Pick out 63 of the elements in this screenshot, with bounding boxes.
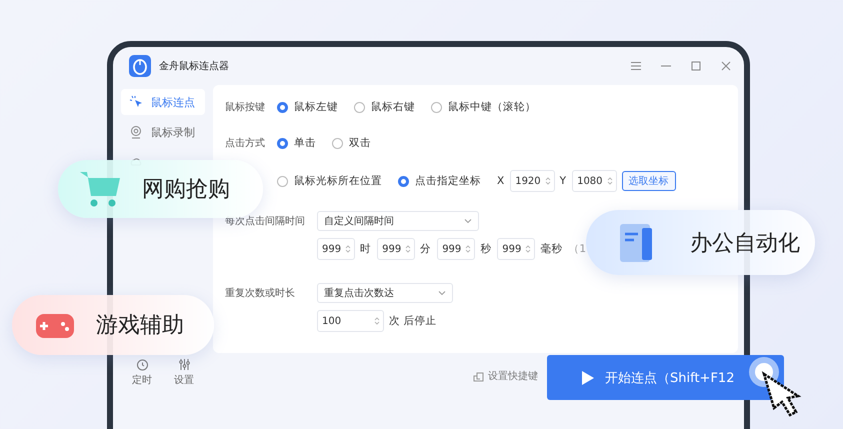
repeat-dropdown[interactable]: 重复点击次数达 (317, 283, 453, 303)
stepper-icon[interactable] (525, 244, 532, 254)
axis-label: X (497, 175, 504, 187)
shortcut-icon (473, 370, 484, 382)
number-field[interactable]: 999 (377, 238, 416, 260)
number-field[interactable]: 999 (497, 238, 536, 260)
stepper-icon[interactable] (606, 176, 613, 186)
option-label: 鼠标中键（滚轮） (448, 100, 536, 114)
pick-coordinates-button[interactable]: 选取坐标 (622, 171, 676, 191)
radio-button[interactable] (332, 138, 343, 148)
field-label: 点击方式 (225, 136, 266, 150)
feature-badge: 游戏辅助 (12, 295, 214, 355)
feature-badge: 办公自动化 (586, 210, 815, 275)
unit-label: 次 后停止 (389, 314, 436, 328)
tool-label[interactable]: 设置 (174, 373, 194, 387)
maximize-icon[interactable] (690, 60, 702, 72)
set-shortcut-link[interactable]: 设置快捷键 (473, 369, 538, 383)
radio-button[interactable] (277, 102, 288, 112)
chevron-icon (464, 218, 472, 224)
cursor-click-icon (129, 95, 143, 109)
stepper-icon[interactable] (465, 244, 472, 254)
sidebar-item[interactable]: 鼠标连点 (121, 89, 205, 115)
option-label: 鼠标光标所在位置 (294, 174, 382, 188)
start-button[interactable]: 开始连点（Shift+F12 (547, 355, 784, 400)
axis-label: Y (560, 175, 566, 187)
radio-button[interactable] (398, 176, 409, 186)
settings-icon[interactable] (178, 358, 190, 371)
tool-label[interactable]: 定时 (132, 373, 152, 387)
stepper-icon[interactable] (345, 244, 352, 254)
radio-button[interactable] (354, 102, 365, 112)
stepper-icon[interactable] (544, 176, 551, 186)
number-field[interactable]: 999 (317, 238, 356, 260)
number-field[interactable]: 100 (317, 310, 384, 332)
radio-button[interactable] (277, 138, 288, 148)
stepper-icon[interactable] (405, 244, 412, 254)
play-icon (581, 370, 595, 386)
option-label: 鼠标右键 (371, 100, 415, 114)
field-label: 鼠标按键 (225, 100, 266, 114)
unit-label: 秒 (480, 242, 492, 256)
stepper-icon[interactable] (374, 316, 380, 326)
radio-button[interactable] (277, 176, 288, 186)
number-field[interactable]: 1080 (572, 170, 617, 192)
number-field[interactable]: 999 (437, 238, 476, 260)
menu-icon[interactable] (630, 60, 642, 72)
unit-label: 时 (360, 242, 372, 256)
field-label: 重复次数或时长 (225, 286, 296, 300)
chevron-icon (438, 290, 446, 296)
timer-icon[interactable] (136, 358, 148, 371)
interval-dropdown[interactable]: 自定义间隔时间 (317, 211, 479, 231)
option-label: 鼠标左键 (294, 100, 338, 114)
unit-label: 毫秒 (540, 242, 562, 256)
number-field[interactable]: 1920 (510, 170, 555, 192)
range-hint: （1 (568, 242, 586, 256)
radio-button[interactable] (431, 102, 442, 112)
webcam-icon (129, 125, 143, 139)
option-label: 双击 (349, 136, 371, 150)
sidebar-item[interactable]: 鼠标录制 (121, 119, 205, 145)
option-label: 点击指定坐标 (415, 174, 481, 188)
close-icon[interactable] (720, 60, 732, 72)
option-label: 单击 (294, 136, 316, 150)
unit-label: 分 (420, 242, 432, 256)
window-title: 金舟鼠标连点器 (159, 60, 230, 73)
mouse-logo-icon (129, 55, 151, 77)
